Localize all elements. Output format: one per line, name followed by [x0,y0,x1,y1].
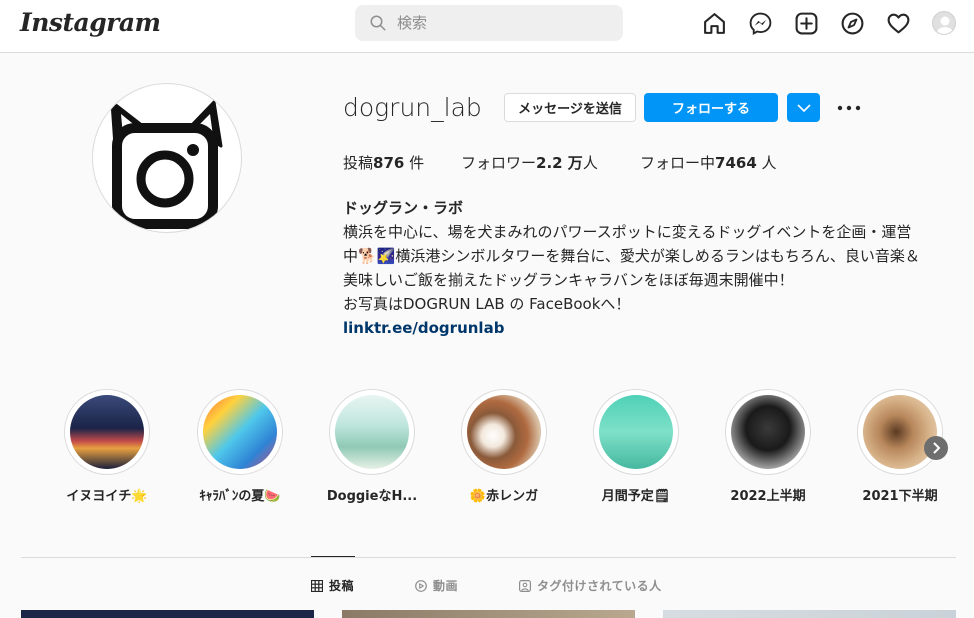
options-button[interactable] [836,98,862,118]
highlight-item[interactable]: 🌼赤レンガ [461,389,547,504]
highlight-label: 2022上半期 [730,489,806,504]
more-options-icon [837,105,861,111]
posts-unit: 件 [404,154,425,172]
follow-button[interactable]: フォローする [644,93,778,122]
highlight-item[interactable]: 2022上半期 [725,389,811,504]
highlight-cover [329,389,415,475]
post-thumbnail[interactable] [342,610,635,618]
video-play-icon [415,579,427,592]
send-message-button[interactable]: メッセージを送信 [504,93,636,122]
post-thumbnail[interactable] [663,610,956,618]
highlight-label: 月間予定🗒 [601,489,671,504]
highlight-item[interactable]: DoggieなH... [327,389,417,504]
highlight-cover [593,389,679,475]
new-post-icon[interactable] [794,11,819,36]
activity-heart-icon[interactable] [886,11,911,36]
profile-username: dogrun_lab [343,93,482,122]
search-icon [370,15,386,31]
following-value: 7464 [715,154,757,172]
posts-label: 投稿 [343,154,374,172]
search-box[interactable] [355,5,623,41]
profile-bio: ドッグラン・ラボ 横浜を中心に、場を犬まみれのパワースポットに変えるドッグイベン… [343,196,963,340]
messenger-icon[interactable] [748,11,773,36]
posts-count: 投稿876 件 [343,152,424,173]
highlight-item[interactable]: 2021下半期 [857,389,943,504]
highlight-item[interactable]: 月間予定🗒 [593,389,679,504]
bio-line: 横浜を中心に、場を犬まみれのパワースポットに変えるドッグイベントを企画・運営 [343,223,912,241]
followers-unit: 人 [582,154,598,172]
followers-label: フォロワー [461,154,537,172]
highlight-cover [64,389,150,475]
profile-avatar[interactable] [932,11,956,35]
instagram-logo[interactable]: Instagram [20,8,161,37]
tab-posts-label: 投稿 [329,579,355,593]
home-icon[interactable] [702,11,727,36]
bio-line: お写真はDOGRUN LAB の FaceBookへ！ [343,295,631,313]
highlight-cover [461,389,547,475]
highlight-label: 🌼赤レンガ [469,489,539,504]
bio-link[interactable]: linktr.ee/dogrunlab [343,316,963,340]
chevron-right-icon [933,442,941,454]
following-count[interactable]: フォロー中7464 人 [640,152,777,173]
display-name: ドッグラン・ラボ [343,199,464,217]
tab-videos-label: 動画 [433,579,459,593]
tab-posts[interactable]: 投稿 [311,577,354,594]
explore-icon[interactable] [840,11,865,36]
top-nav: Instagram [0,0,974,53]
bio-line: 中🐕🌠横浜港シンボルタワーを舞台に、愛犬が楽しめるランはもちろん、良い音楽＆ [343,247,920,265]
highlights-next-button[interactable] [924,436,948,460]
search-input[interactable] [397,5,607,41]
posts-value: 876 [373,154,405,172]
tab-tagged-label: タグ付けされている人 [537,579,662,593]
followers-value: 2.2 万 [536,154,583,172]
chevron-down-icon [796,103,811,112]
active-tab-indicator [311,556,355,557]
dog-camera-logo-icon [110,100,223,229]
highlight-label: 2021下半期 [862,489,938,504]
post-thumbnail[interactable] [21,610,314,618]
profile-picture[interactable] [92,83,242,233]
tab-videos[interactable]: 動画 [415,577,458,594]
highlight-item[interactable]: イヌヨイチ🌟 [64,389,150,504]
default-user-icon [937,16,953,34]
tabs-divider [21,557,956,558]
following-label: フォロー中 [640,154,716,172]
highlight-label: ｷｬﾗﾊﾞﾝの夏🍉 [199,489,281,504]
grid-icon [311,579,323,592]
highlight-cover [857,389,943,475]
highlight-label: DoggieなH... [326,489,418,504]
followers-count[interactable]: フォロワー2.2 万人 [461,152,598,173]
highlight-item[interactable]: ｷｬﾗﾊﾞﾝの夏🍉 [197,389,283,504]
following-unit: 人 [756,154,777,172]
suggested-accounts-button[interactable] [787,93,820,122]
bio-line: 美味しいご飯を揃えたドッグランキャラバンをほぼ毎週末開催中！ [343,271,794,289]
tagged-person-icon [519,579,531,592]
highlight-cover [725,389,811,475]
highlight-label: イヌヨイチ🌟 [66,489,148,504]
highlight-cover [197,389,283,475]
tab-tagged[interactable]: タグ付けされている人 [519,577,662,594]
